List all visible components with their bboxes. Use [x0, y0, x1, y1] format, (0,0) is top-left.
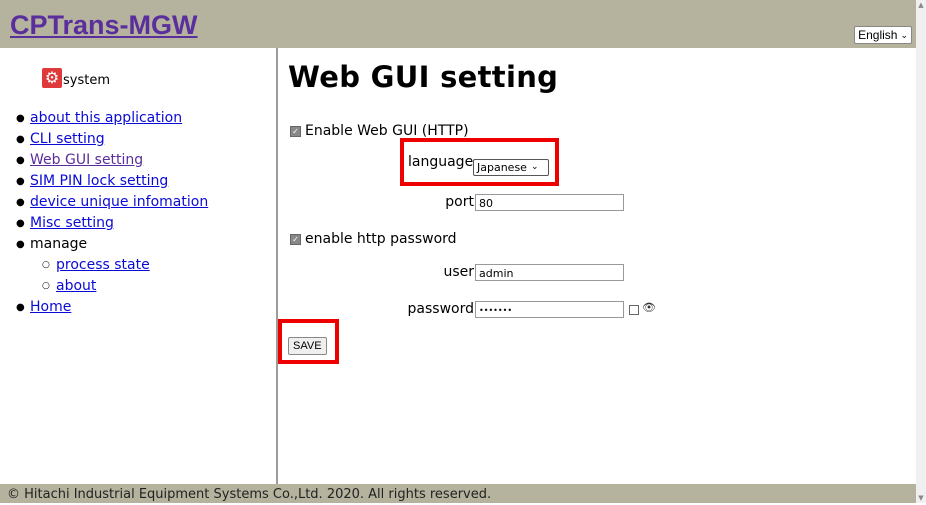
sidebar-heading-label: system — [63, 73, 110, 88]
user-input[interactable]: admin — [475, 264, 624, 281]
vertical-scrollbar[interactable]: ▲ ▼ — [916, 0, 926, 503]
enable-web-gui-checkbox[interactable]: ✓ — [290, 125, 301, 137]
copyright-text: © Hitachi Industrial Equipment Systems C… — [7, 487, 492, 502]
sidebar-item-about-app: ● about this application — [16, 108, 208, 129]
enable-http-password-label: enable http password — [305, 231, 457, 247]
sidebar-item-web-gui: ● Web GUI setting — [16, 150, 208, 171]
port-input[interactable]: 80 — [475, 194, 624, 211]
bullet: ● — [16, 302, 25, 313]
sidebar-item-misc: ● Misc setting — [16, 213, 208, 234]
eye-icon[interactable]: 👁 — [642, 301, 656, 314]
sidebar-link-cli-setting[interactable]: CLI setting — [30, 129, 105, 150]
sidebar-heading: ⚙ system — [42, 68, 110, 88]
sidebar-divider — [276, 48, 278, 484]
sidebar-link-about-app[interactable]: about this application — [30, 108, 182, 129]
sidebar-item-home: ● Home — [16, 297, 208, 318]
bullet: ○ — [42, 260, 50, 270]
bullet: ● — [16, 239, 25, 250]
sidebar-subitem-about: ○ about — [16, 276, 208, 297]
sidebar-manage-label: manage — [30, 236, 88, 252]
sidebar-link-web-gui-setting[interactable]: Web GUI setting — [30, 150, 143, 171]
language-select-top[interactable]: English ⌄ — [854, 26, 912, 44]
bullet: ● — [16, 134, 25, 145]
main-content: Web GUI setting ✓ Enable Web GUI (HTTP) … — [278, 48, 910, 484]
sidebar-subitem-process-state: ○ process state — [16, 255, 208, 276]
bullet: ● — [16, 176, 25, 187]
enable-web-gui-label: Enable Web GUI (HTTP) — [305, 123, 469, 139]
footer: © Hitachi Industrial Equipment Systems C… — [0, 484, 916, 503]
sidebar-item-cli: ● CLI setting — [16, 129, 208, 150]
password-input[interactable]: ••••••• — [475, 301, 624, 318]
bullet: ● — [16, 113, 25, 124]
header-bar: CPTrans-MGW English ⌄ — [0, 0, 916, 48]
bullet: ● — [16, 218, 25, 229]
app-title-link[interactable]: CPTrans-MGW — [10, 10, 198, 41]
enable-web-gui-row: ✓ Enable Web GUI (HTTP) — [290, 123, 469, 139]
highlight-box-save — [278, 319, 339, 364]
sidebar-link-sim-pin[interactable]: SIM PIN lock setting — [30, 171, 168, 192]
sidebar-link-misc-setting[interactable]: Misc setting — [30, 213, 114, 234]
bullet: ● — [16, 197, 25, 208]
scroll-down-arrow-icon[interactable]: ▼ — [917, 494, 925, 502]
bullet: ● — [16, 155, 25, 166]
sidebar-nav: ● about this application ● CLI setting ● We… — [16, 108, 208, 318]
sidebar-link-device-info[interactable]: device unique infomation — [30, 192, 208, 213]
highlight-box-language — [400, 138, 559, 186]
bullet: ○ — [42, 281, 50, 291]
enable-http-password-checkbox[interactable]: ✓ — [290, 233, 301, 245]
enable-http-password-row: ✓ enable http password — [290, 231, 457, 247]
chevron-down-icon: ⌄ — [900, 30, 908, 40]
sidebar-item-device-info: ● device unique infomation — [16, 192, 208, 213]
gear-icon: ⚙ — [42, 68, 62, 88]
scroll-up-arrow-icon[interactable]: ▲ — [917, 1, 925, 9]
page-title: Web GUI setting — [288, 60, 559, 94]
language-select-top-value: English — [858, 28, 898, 42]
sidebar-link-about[interactable]: about — [56, 276, 96, 297]
show-password-checkbox[interactable] — [629, 305, 639, 315]
sidebar-item-manage: ● manage — [16, 234, 208, 255]
port-label: port — [445, 194, 474, 210]
password-label: password — [407, 301, 474, 317]
sidebar-link-process-state[interactable]: process state — [56, 255, 150, 276]
sidebar-link-home[interactable]: Home — [30, 297, 71, 318]
sidebar-item-sim-pin: ● SIM PIN lock setting — [16, 171, 208, 192]
user-label: user — [443, 264, 474, 280]
